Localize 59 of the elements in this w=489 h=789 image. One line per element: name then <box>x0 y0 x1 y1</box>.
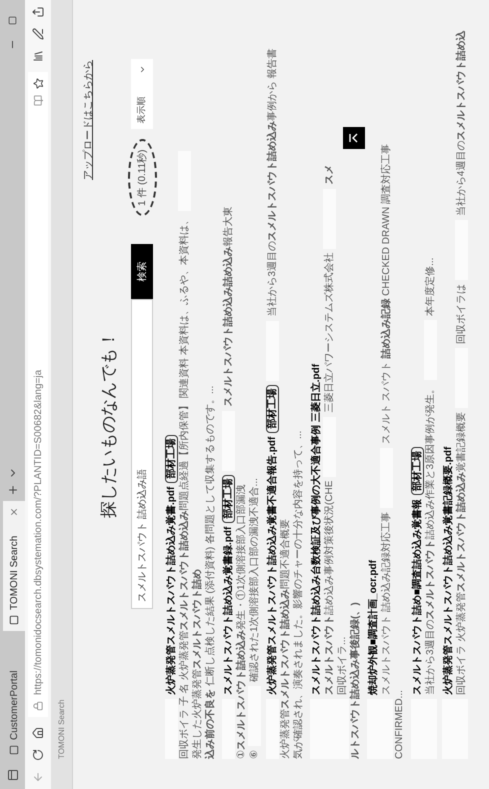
snippet-text: スメルトスパウト詰め込み事例対策後状況(CHE <box>322 480 336 695</box>
upload-link[interactable]: アップロードはこちらから <box>81 60 96 180</box>
snippet-text: スメルトスパウト詰め込み詰め込み報告大東 <box>222 206 234 407</box>
browser-tab[interactable]: TOMONI Search <box>3 501 25 631</box>
snippet-text: 発生した火炉蒸発管スメルトスパウト詰め <box>190 569 204 759</box>
snippet-text: 回収ボイラ 火炉蒸発管スメルトスパウト詰め込み覚書記録概要 <box>454 412 468 695</box>
category-tag: 部材工場 <box>222 474 234 523</box>
snippet-text: ①スメルトスパウト詰め込み発生・①1次側溶接部入口部漏洩 <box>234 484 248 759</box>
snippet-text: ルトスパウト詰め込み事後記録(、) <box>348 602 362 759</box>
result-title-link[interactable]: 火炉蒸発管スメルトスパウト詰め込み覚書.pdf <box>164 486 178 695</box>
reading-view-icon[interactable] <box>32 95 44 106</box>
snippet-text: 本年度定修... <box>424 258 436 316</box>
result-title-link[interactable]: 焼却炉外観■調査計画_ocr.pdf <box>366 560 380 695</box>
category-tag: 部材工場 <box>410 446 424 495</box>
snippet-text: スメルト スパウト 詰め込み記録 CHECKED DRAWN 調査対応工事 <box>380 144 392 444</box>
snippet-text: 回収ボイラは <box>454 284 468 344</box>
snippet-text: スメ <box>322 164 336 185</box>
new-tab-icon[interactable] <box>7 484 19 496</box>
page-icon <box>9 745 19 755</box>
snippet-text: 回収ボイラ... <box>336 636 348 695</box>
address-bar[interactable]: https://tomonidocsearch.dbsystemation.com/?PLANTID=S00682&lang=ja <box>28 72 48 717</box>
back-to-top-button[interactable] <box>343 127 365 149</box>
result-title-link[interactable]: スメルトスパウト詰め込み覚書録.pdf <box>222 526 234 695</box>
maximize-icon[interactable] <box>8 16 17 25</box>
page-icon <box>9 615 19 625</box>
snippet-text: 三菱日立パワーシステムズ株式会社 <box>322 252 336 413</box>
pen-icon[interactable] <box>32 28 44 40</box>
browser-tab[interactable]: CustomerPortal <box>3 631 25 761</box>
category-tag: 部材工場 <box>266 384 278 433</box>
snippet-text: 当社から3週目のスメルトスパウト詰め込み作業と3原因事例が発生。 <box>424 384 436 695</box>
result-title-link[interactable]: スメルトスパウト詰め■調査詰め込み覚書報 <box>410 498 424 695</box>
favorite-star-icon[interactable] <box>32 78 44 89</box>
refresh-icon[interactable] <box>32 749 44 761</box>
result-count: 1 件 (0.11秒) <box>128 140 156 216</box>
arrow-up-to-line-icon <box>348 132 360 144</box>
snippet-text: CONFIRMED... <box>392 690 406 759</box>
favorites-hub-icon[interactable] <box>32 50 44 62</box>
result-title-link[interactable]: スメルトスパウト詰め込み台数検証及び事例の大不適合事例 三菱日立.pdf <box>310 364 322 695</box>
snippet-text: 気が確認され、演奏されました。影響のチャーの十分な内容を持って、... <box>292 430 304 759</box>
home-icon[interactable] <box>32 727 44 739</box>
snippet-text: 確認された1次側溶接部入口部の漏洩不適合... <box>248 478 260 682</box>
lock-icon <box>33 701 43 711</box>
tab-actions-icon[interactable] <box>7 769 19 781</box>
sort-dropdown[interactable]: 表示順 <box>131 60 153 130</box>
share-icon[interactable] <box>32 6 44 18</box>
result-title-link[interactable]: 火炉蒸発管スメルトスパウト詰め込み覚書記録概要.pdf <box>442 446 454 695</box>
snippet-text: ⑥ <box>248 750 260 759</box>
snippet-text: 込み前の不良を 仁断し点検した結果 (添付資料) 各問題として収集するものです。... <box>204 386 216 759</box>
snippet-text: 火炉蒸発管スメルトスパウト詰め込み問題不適合概要 <box>278 519 292 759</box>
search-button[interactable]: 検索 <box>131 244 153 299</box>
search-field[interactable]: スメルトスパウト 詰め込み語 <box>131 299 153 609</box>
close-tab-icon[interactable] <box>9 507 19 517</box>
result-title-link[interactable]: 火炉蒸発管スメルトスパウト詰め込み覚書不適合報告.pdf <box>266 436 278 695</box>
page-heading: 探したいものなんでも！ <box>98 331 119 518</box>
category-tag: 部材工場 <box>164 434 178 483</box>
snippet-text: 回収ボイラ 子 名 火炉蒸発管スメルトスパウト詰め込み問題点経過【所内保管】 関連資料 本資料は、ふるや、本資料は、 <box>178 215 190 759</box>
snippet-text: スメルトスパウト 詰め込み記録対応工事 <box>380 512 392 695</box>
snippet-text: 当社から3週目のスメルトスパウト詰め込み事例から 報告書 <box>266 48 278 317</box>
snippet-text: 当社から4週目のスメルトスパウト詰め込 <box>454 30 468 216</box>
